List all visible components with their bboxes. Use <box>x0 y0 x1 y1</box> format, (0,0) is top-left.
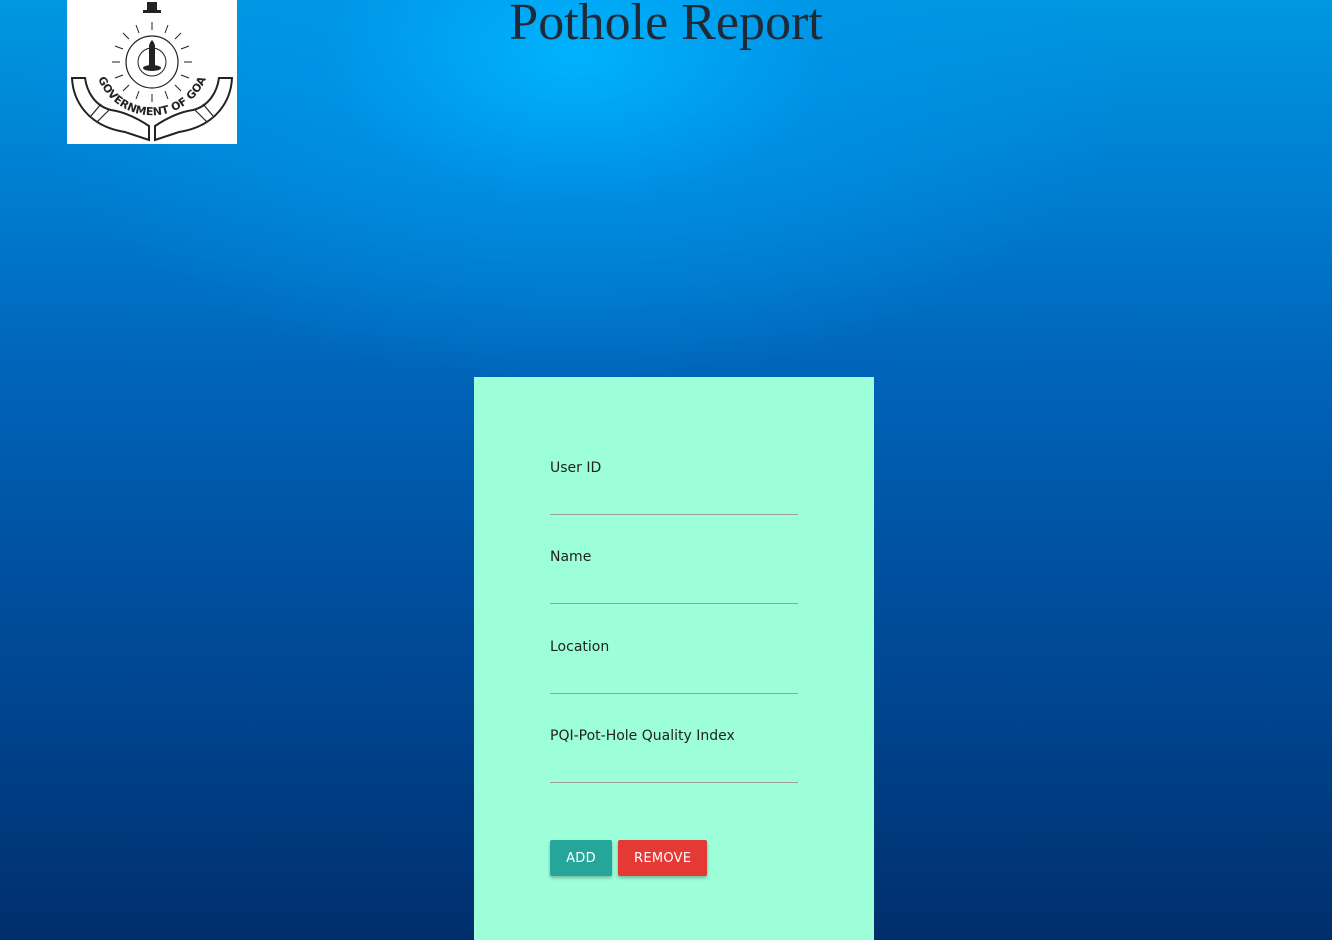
add-button[interactable]: ADD <box>550 840 612 876</box>
pqi-label: PQI-Pot-Hole Quality Index <box>550 728 735 744</box>
name-input[interactable] <box>550 576 798 604</box>
report-form-card: User ID Name Location PQI-Pot-Hole Quali… <box>474 377 874 940</box>
user-id-input[interactable] <box>550 487 798 515</box>
page-title: Pothole Report <box>509 0 823 51</box>
location-label: Location <box>550 639 610 655</box>
location-input[interactable] <box>550 666 798 694</box>
name-label: Name <box>550 549 592 565</box>
user-id-label: User ID <box>550 460 602 476</box>
remove-button[interactable]: REMOVE <box>618 840 707 876</box>
pqi-input[interactable] <box>550 755 798 783</box>
